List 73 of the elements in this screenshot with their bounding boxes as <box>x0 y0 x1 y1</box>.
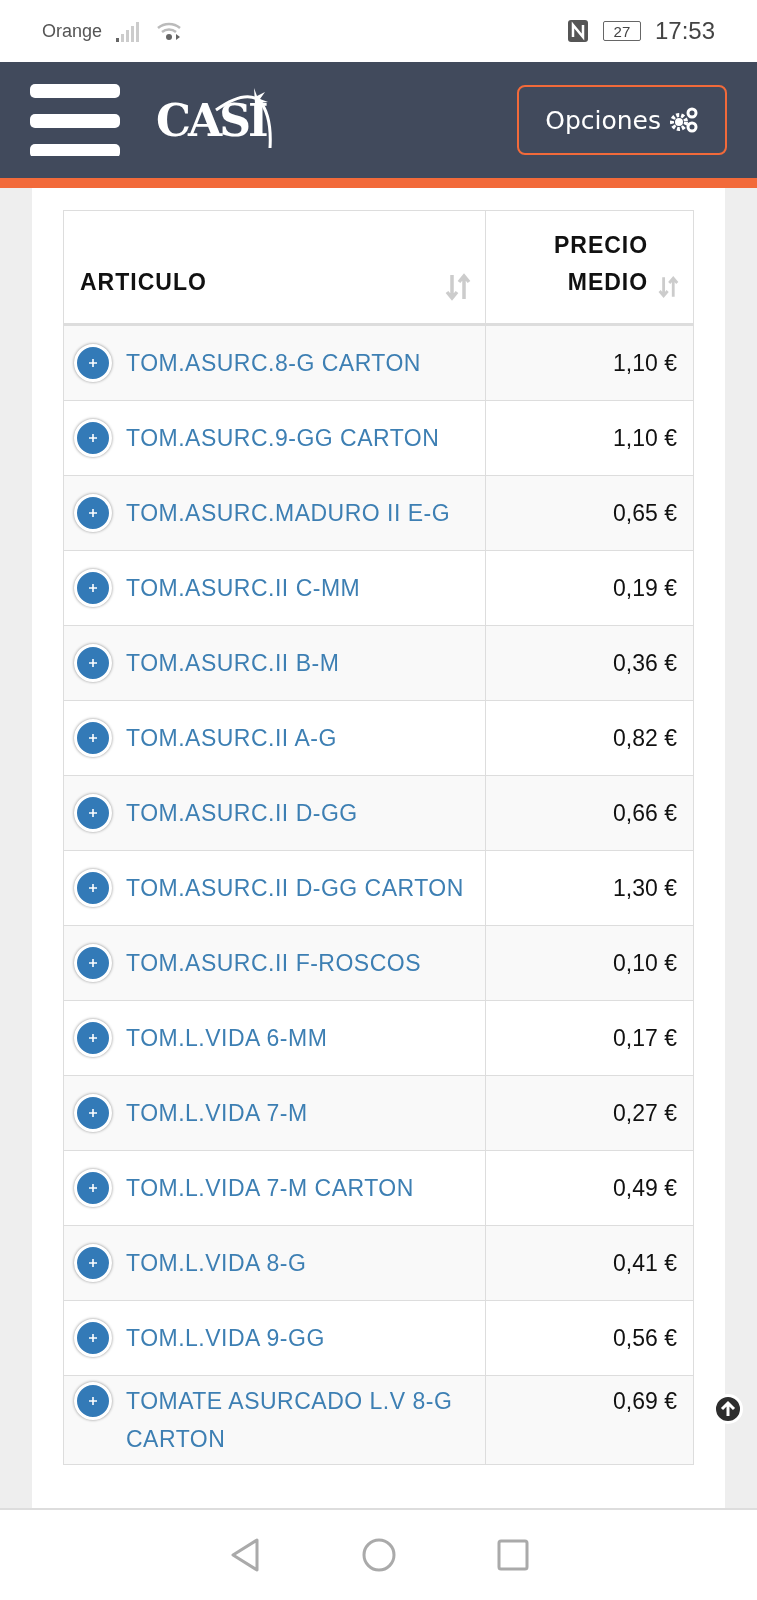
plus-icon <box>87 1257 99 1269</box>
expand-icon[interactable] <box>74 344 112 382</box>
plus-icon <box>87 957 99 969</box>
expand-icon[interactable] <box>74 494 112 532</box>
plus-icon <box>87 357 99 369</box>
article-name: TOMATE ASURCADO L.V 8-G CARTON <box>126 1387 454 1454</box>
plus-icon <box>87 1182 99 1194</box>
expand-icon[interactable] <box>74 869 112 907</box>
expand-icon[interactable] <box>74 944 112 982</box>
price-cell-text: 1,10 € <box>612 424 677 453</box>
expand-icon[interactable] <box>74 1319 112 1357</box>
arrow-up-icon <box>719 1400 737 1418</box>
price-cell-text: 0,49 € <box>612 1174 677 1203</box>
article-name: TOM.ASURC.9-GG CARTON <box>126 424 440 453</box>
recents-icon[interactable] <box>496 1539 529 1571</box>
article-name: TOM.ASURC.II D-GG <box>126 799 358 828</box>
article-name: TOM.L.VIDA 7-M CARTON <box>126 1174 414 1203</box>
home-icon[interactable] <box>360 1537 397 1573</box>
expand-icon[interactable] <box>74 644 112 682</box>
article-name: TOM.L.VIDA 7-M <box>126 1099 308 1128</box>
battery-indicator: 27 <box>602 21 641 41</box>
scroll-top-button[interactable] <box>713 1394 743 1424</box>
price-cell-text: 0,66 € <box>612 799 677 828</box>
plus-icon <box>87 1107 99 1119</box>
article-name: TOM.ASURC.II B-M <box>126 649 340 678</box>
expand-icon[interactable] <box>74 569 112 607</box>
menu-icon[interactable] <box>30 84 120 156</box>
gears-icon <box>669 106 699 134</box>
expand-icon[interactable] <box>74 1019 112 1057</box>
article-name: TOM.ASURC.MADURO II E-G <box>126 499 451 528</box>
plus-icon <box>87 432 99 444</box>
price-cell-text: 0,17 € <box>612 1024 677 1053</box>
clock: 17:53 <box>654 17 715 45</box>
options-button[interactable]: Opciones <box>517 85 727 155</box>
plus-icon <box>87 657 99 669</box>
plus-icon <box>87 1032 99 1044</box>
nfc-icon <box>566 19 589 43</box>
price-cell-text: 0,65 € <box>612 499 677 528</box>
price-cell-text: 0,56 € <box>612 1324 677 1353</box>
plus-icon <box>87 1332 99 1344</box>
expand-icon[interactable] <box>74 1244 112 1282</box>
article-name: TOM.ASURC.8-G CARTON <box>126 349 421 378</box>
expand-icon[interactable] <box>74 419 112 457</box>
article-name: TOM.ASURC.II F-ROSCOS <box>126 949 422 978</box>
plus-icon <box>87 732 99 744</box>
article-name: TOM.L.VIDA 9-GG <box>126 1324 325 1353</box>
price-cell-text: 0,41 € <box>612 1249 677 1278</box>
article-name: TOM.L.VIDA 6-MM <box>126 1024 328 1053</box>
plus-icon <box>87 882 99 894</box>
carrier-name: Orange <box>42 20 103 42</box>
column-header[interactable]: ARTICULO <box>80 264 207 301</box>
price-cell-text: 0,27 € <box>612 1099 677 1128</box>
price-cell-text: 0,10 € <box>612 949 677 978</box>
price-cell-text: 0,19 € <box>612 574 677 603</box>
logo[interactable]: CASI <box>156 94 266 146</box>
price-cell-text: 0,82 € <box>612 724 677 753</box>
expand-icon[interactable] <box>74 1094 112 1132</box>
price-cell-text: 0,69 € <box>612 1387 677 1416</box>
article-name: TOM.ASURC.II D-GG CARTON <box>126 874 464 903</box>
article-name: TOM.L.VIDA 8-G <box>126 1249 307 1278</box>
plus-icon <box>87 1395 99 1407</box>
price-cell-text: 1,10 € <box>612 349 677 378</box>
price-cell-text: 0,36 € <box>612 649 677 678</box>
expand-icon[interactable] <box>74 719 112 757</box>
expand-icon[interactable] <box>74 1169 112 1207</box>
price-cell-text: 1,30 € <box>612 874 677 903</box>
expand-icon[interactable] <box>74 794 112 832</box>
plus-icon <box>87 507 99 519</box>
expand-icon[interactable] <box>74 1382 112 1420</box>
plus-icon <box>87 582 99 594</box>
article-name: TOM.ASURC.II C-MM <box>126 574 361 603</box>
plus-icon <box>87 807 99 819</box>
article-name: TOM.ASURC.II A-G <box>126 724 337 753</box>
